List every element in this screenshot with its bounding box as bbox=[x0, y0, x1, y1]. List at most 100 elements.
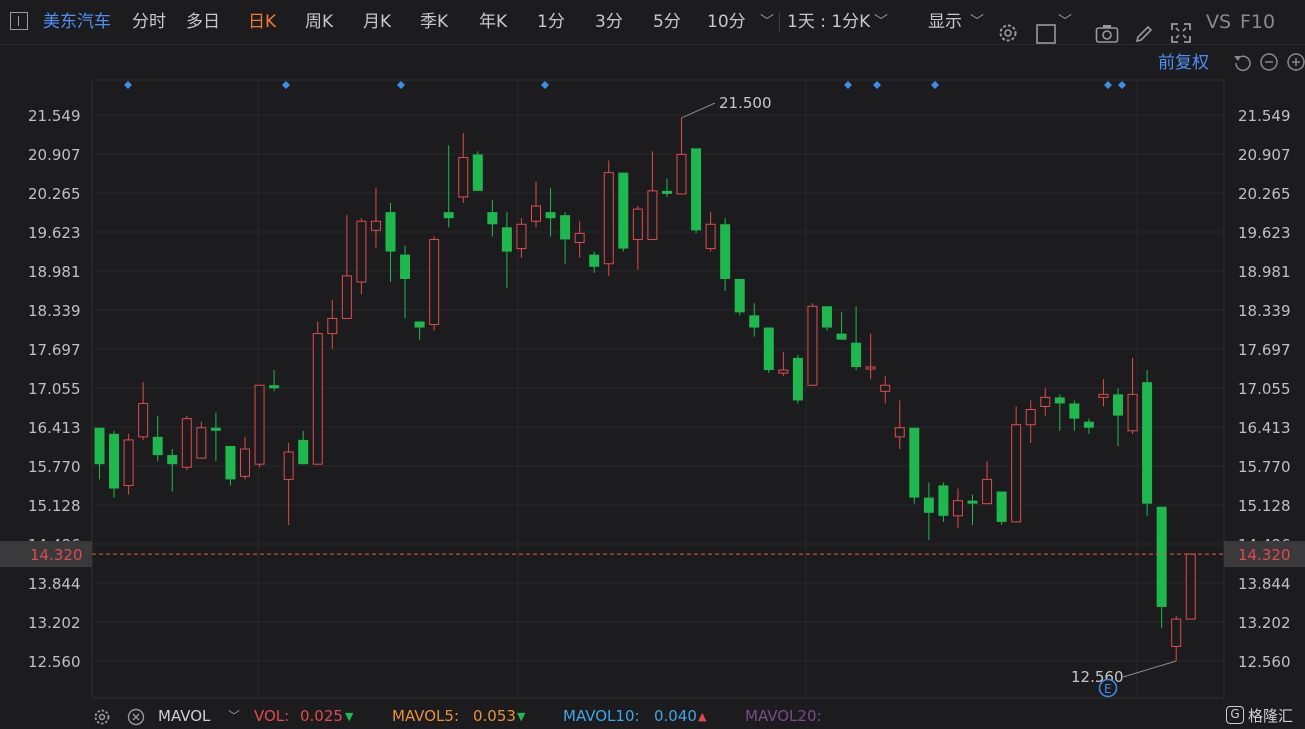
mavol10-value: 0.040 bbox=[654, 707, 697, 725]
price-tick-label-left: 18.339 bbox=[28, 302, 81, 320]
range-selector[interactable]: 1天 : 1分K bbox=[787, 0, 870, 44]
candle-body bbox=[1083, 421, 1094, 428]
candle bbox=[400, 245, 411, 319]
price-tick-label-right: 16.413 bbox=[1238, 419, 1291, 437]
candle bbox=[763, 327, 774, 374]
candle-body bbox=[603, 172, 614, 265]
price-tick-label-right: 12.560 bbox=[1238, 653, 1291, 671]
candle bbox=[1054, 394, 1065, 431]
candle-body bbox=[763, 327, 774, 371]
candle-body bbox=[589, 254, 600, 267]
candle bbox=[792, 354, 803, 404]
price-tick-label-left: 17.697 bbox=[28, 341, 81, 359]
candle-body bbox=[560, 215, 571, 240]
low-leader-line bbox=[1122, 660, 1177, 678]
candle-body bbox=[1156, 506, 1167, 607]
candle bbox=[312, 321, 323, 465]
period-tab-2[interactable]: 日K bbox=[248, 0, 276, 44]
candle bbox=[1069, 400, 1080, 431]
candle bbox=[807, 303, 818, 386]
candle-body bbox=[501, 227, 512, 252]
indicator-chevron-icon[interactable]: ﹀ bbox=[228, 704, 240, 729]
candle-body bbox=[414, 321, 425, 328]
price-axis-left: 21.549 20.907 20.265 19.623 18.981 18.339 17.6… bbox=[28, 107, 81, 671]
sidebar-toggle-icon[interactable] bbox=[10, 12, 28, 30]
adjust-mode-button[interactable]: 前复权 bbox=[1158, 53, 1209, 73]
chart-type-chevron-icon[interactable]: ﹀ bbox=[1058, 0, 1072, 44]
indicator-name[interactable]: MAVOL bbox=[158, 704, 210, 729]
candle bbox=[341, 215, 352, 319]
price-tick-label-left: 18.981 bbox=[28, 263, 81, 281]
candle-body bbox=[661, 190, 672, 194]
indicator-settings-gear-icon[interactable] bbox=[93, 708, 111, 726]
reset-icon[interactable] bbox=[1234, 55, 1251, 72]
more-periods-chevron-icon[interactable]: ﹀ bbox=[760, 0, 774, 44]
divider bbox=[779, 12, 780, 32]
price-tick-label-left: 13.202 bbox=[28, 614, 81, 632]
symbol-name[interactable]: 美东汽车 bbox=[43, 0, 111, 44]
candle bbox=[443, 145, 454, 228]
price-tick-label-left: 20.907 bbox=[28, 146, 81, 164]
candle-body bbox=[705, 223, 716, 250]
candle bbox=[327, 300, 338, 349]
event-diamond-icon bbox=[931, 81, 939, 89]
candle-body bbox=[894, 427, 905, 438]
candle bbox=[152, 415, 163, 462]
candles bbox=[94, 117, 1196, 661]
candle bbox=[996, 491, 1007, 525]
period-tab-10[interactable]: 10分 bbox=[707, 0, 746, 44]
candle-body bbox=[356, 220, 367, 283]
candle bbox=[138, 382, 149, 440]
compare-vs-button[interactable]: VS bbox=[1206, 0, 1231, 44]
event-diamond-icon bbox=[1118, 81, 1126, 89]
period-tab-9[interactable]: 5分 bbox=[653, 0, 681, 44]
event-e-marker-icon[interactable]: E bbox=[1098, 678, 1118, 698]
period-tab-7[interactable]: 1分 bbox=[537, 0, 565, 44]
period-tab-1[interactable]: 多日 bbox=[186, 0, 220, 44]
f10-button[interactable]: F10 bbox=[1240, 0, 1275, 44]
candle bbox=[574, 221, 585, 258]
candle bbox=[618, 172, 629, 252]
display-menu[interactable]: 显示 bbox=[928, 0, 962, 44]
candle bbox=[429, 236, 440, 331]
candle bbox=[240, 436, 250, 480]
candle bbox=[720, 218, 731, 292]
candle bbox=[414, 321, 425, 340]
candle-body bbox=[952, 500, 963, 517]
period-tab-0[interactable]: 分时 bbox=[132, 0, 166, 44]
candle-body bbox=[109, 433, 120, 489]
high-leader-line bbox=[681, 102, 716, 119]
candle bbox=[647, 151, 658, 240]
candle-body bbox=[778, 369, 789, 374]
period-tab-4[interactable]: 月K bbox=[363, 0, 391, 44]
period-tab-8[interactable]: 3分 bbox=[595, 0, 623, 44]
indicator-close-icon[interactable] bbox=[127, 708, 145, 726]
candle bbox=[181, 415, 192, 471]
event-diamond-icon bbox=[844, 81, 852, 89]
price-axis-right: 21.549 20.907 20.265 19.623 18.981 18.339 17.6… bbox=[1238, 107, 1291, 671]
candle-body bbox=[647, 190, 658, 240]
period-tab-6[interactable]: 年K bbox=[479, 0, 507, 44]
candle bbox=[749, 303, 760, 337]
candle-body bbox=[152, 436, 163, 456]
candle-body bbox=[138, 402, 149, 438]
candle-body bbox=[298, 439, 309, 465]
candle-body bbox=[632, 208, 643, 240]
range-chevron-icon[interactable]: ﹀ bbox=[874, 0, 888, 44]
candle-body bbox=[487, 212, 498, 225]
candle bbox=[1142, 370, 1153, 516]
candle-body bbox=[472, 154, 483, 191]
mavol5-down-arrow-icon: ▼ bbox=[517, 710, 526, 723]
candle-body bbox=[167, 455, 178, 465]
candlestick-chart[interactable]: 21.549 20.907 20.265 19.623 18.981 18.339 17.6… bbox=[0, 44, 1305, 704]
candle bbox=[501, 212, 512, 289]
volume-indicator-bar: MAVOL ﹀ VOL: 0.025 ▼ MAVOL5: 0.053 ▼ MAV… bbox=[0, 704, 1305, 729]
period-tab-5[interactable]: 季K bbox=[420, 0, 448, 44]
zoom-out-icon[interactable] bbox=[1260, 53, 1278, 71]
event-diamond-icon bbox=[282, 81, 290, 89]
display-chevron-icon[interactable]: ﹀ bbox=[970, 0, 984, 44]
candle bbox=[531, 181, 541, 228]
price-tick-label-right: 15.770 bbox=[1238, 458, 1291, 476]
zoom-in-icon[interactable] bbox=[1287, 53, 1305, 71]
period-tab-3[interactable]: 周K bbox=[305, 0, 333, 44]
